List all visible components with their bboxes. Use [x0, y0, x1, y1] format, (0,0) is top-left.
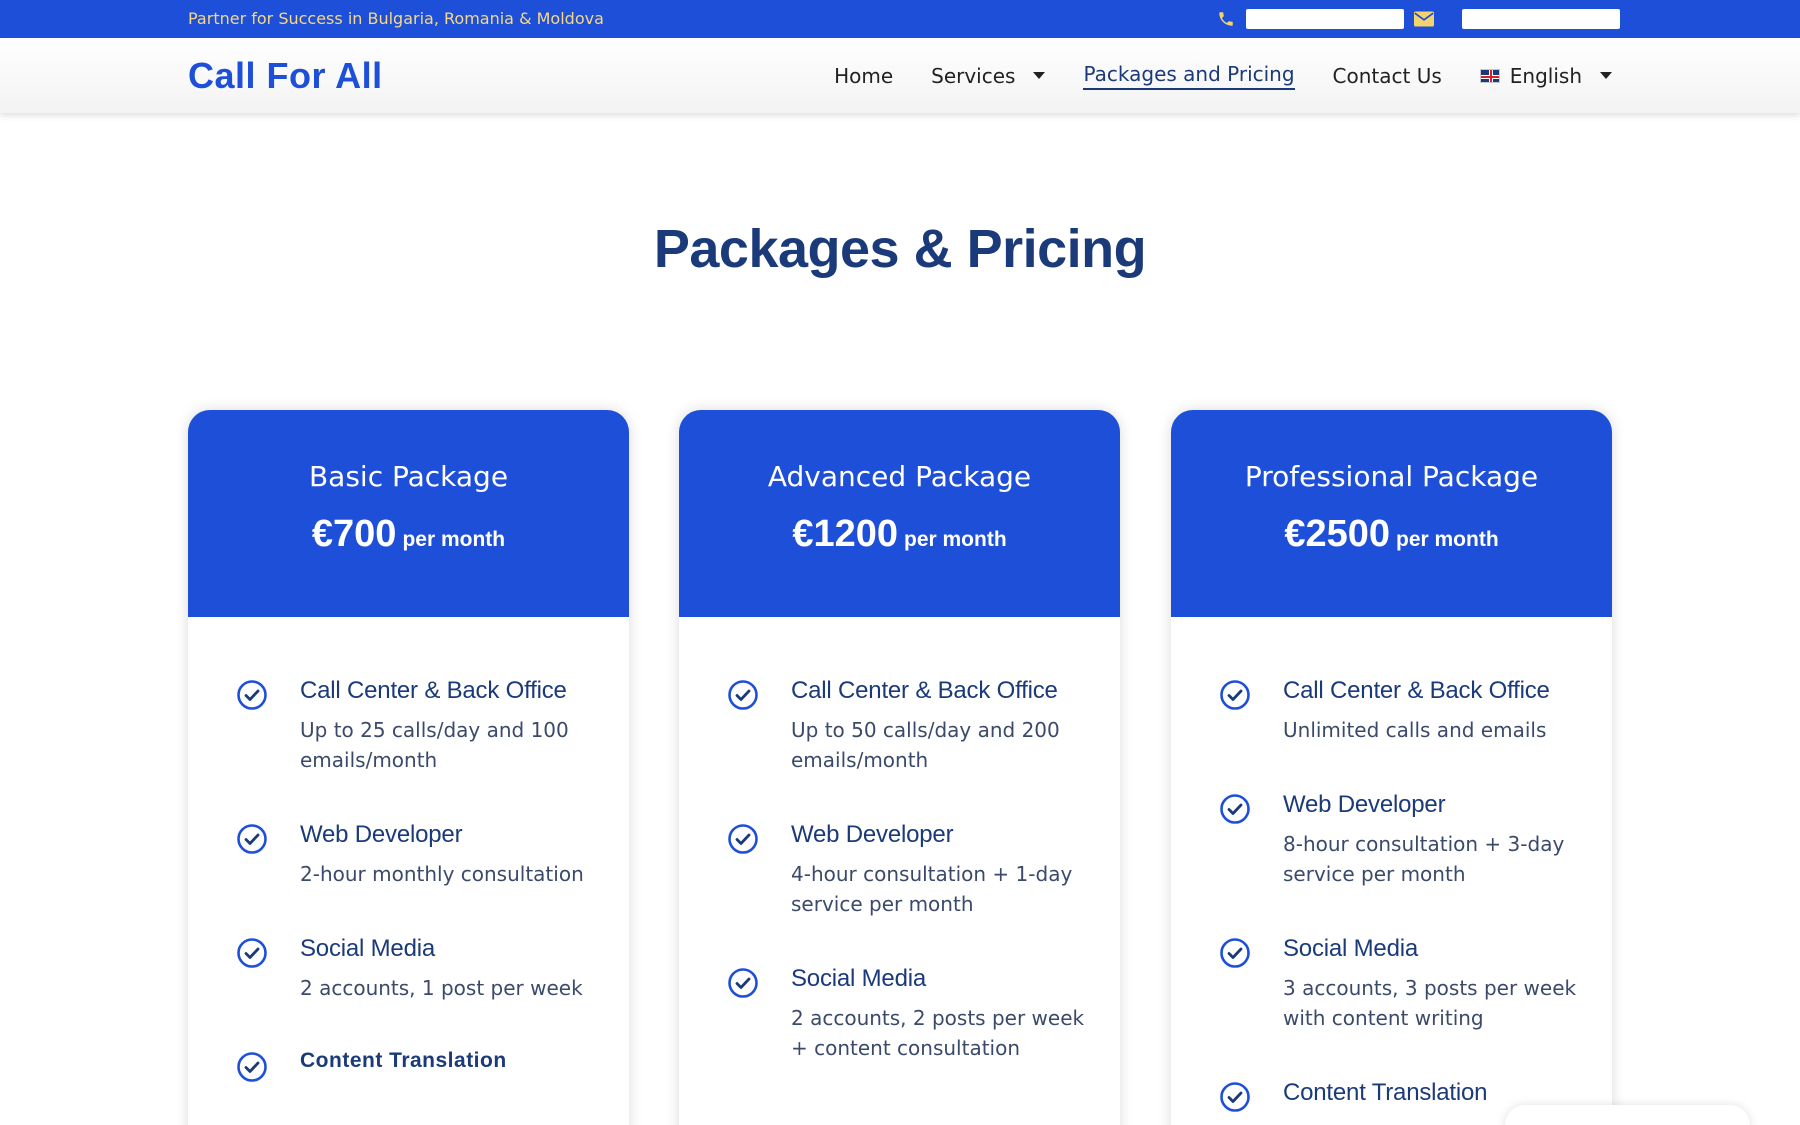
phone-number-redacted[interactable] [1246, 9, 1404, 29]
price-period: per month [904, 528, 1007, 551]
caret-down-icon [1033, 72, 1046, 79]
card-header: Basic Package €700 per month [188, 410, 629, 617]
feature-item: Web Developer 4-hour consultation + 1-day… [727, 821, 1120, 919]
feature-title: Call Center & Back Office [300, 677, 567, 704]
package-price: €2500 [1284, 513, 1390, 555]
feature-title: Social Media [1283, 935, 1419, 962]
pricing-card-professional: Professional Package €2500 per month Call… [1171, 410, 1612, 1125]
top-bar: Partner for Success in Bulgaria, Romania… [0, 0, 1800, 38]
package-name: Professional Package [1244, 460, 1539, 493]
feature-item: Social Media 3 accounts, 3 posts per week… [1219, 935, 1612, 1033]
feature-description: 3 accounts, 3 posts per week with conten… [1283, 976, 1577, 1030]
feature-item: Web Developer 2-hour monthly consultation [236, 821, 629, 889]
feature-description: Up to 25 calls/day and 100 emails/month [300, 718, 569, 772]
package-price: €700 [311, 513, 397, 555]
check-circle-icon [237, 680, 267, 710]
feature-title: Call Center & Back Office [1283, 677, 1550, 704]
package-name: Basic Package [308, 460, 509, 493]
price-line: €2500 per month [1171, 513, 1612, 556]
nav-services-label: Services [931, 63, 1016, 88]
chat-widget[interactable] [1505, 1105, 1750, 1125]
feature-list: Call Center & Back Office Unlimited calls… [1171, 617, 1612, 1113]
feature-title: Call Center & Back Office [791, 677, 1058, 704]
feature-title: Web Developer [1283, 791, 1446, 818]
site-header: Call For All Home Services Packages and … [0, 38, 1800, 113]
feature-description: 2-hour monthly consultation [300, 862, 584, 886]
phone-icon[interactable] [1216, 9, 1236, 29]
check-circle-icon [1220, 794, 1250, 824]
feature-title: Web Developer [300, 821, 463, 848]
feature-item: Social Media 2 accounts, 2 posts per week… [727, 965, 1120, 1063]
check-circle-icon [1220, 680, 1250, 710]
email-address-redacted[interactable] [1462, 9, 1620, 29]
price-period: per month [402, 528, 506, 551]
tagline: Partner for Success in Bulgaria, Romania… [188, 9, 604, 28]
caret-down-icon [1600, 72, 1612, 79]
pricing-cards: Basic Package €700 per month Call Center … [188, 410, 1612, 1125]
feature-list: Call Center & Back Office Up to 25 calls/… [188, 617, 629, 1083]
feature-list: Call Center & Back Office Up to 50 calls/… [679, 617, 1120, 1063]
language-label: English [1509, 63, 1582, 88]
check-circle-icon [1220, 938, 1250, 968]
feature-title: Content Translation [1283, 1079, 1488, 1106]
feature-description: 4-hour consultation + 1-day service per … [791, 862, 1073, 916]
site-logo[interactable]: Call For All [188, 38, 383, 113]
page-title: Packages & Pricing [653, 219, 1147, 279]
feature-item: Call Center & Back Office Unlimited calls… [1219, 677, 1612, 745]
price-period: per month [1396, 528, 1499, 551]
check-circle-icon [728, 824, 758, 854]
feature-title: Content Translation [300, 1049, 507, 1072]
pricing-card-advanced: Advanced Package €1200 per month Call Cen… [679, 410, 1120, 1125]
envelope-icon[interactable] [1414, 9, 1434, 29]
check-circle-icon [728, 968, 758, 998]
nav-home[interactable]: Home [834, 64, 893, 88]
check-circle-icon [237, 824, 267, 854]
main-nav: Home Services Packages and Pricing Conta… [834, 38, 1612, 113]
feature-item: Social Media 2 accounts, 1 post per week [236, 935, 629, 1003]
feature-description: Unlimited calls and emails [1283, 718, 1547, 742]
contact-info [1216, 0, 1620, 38]
feature-item: Web Developer 8-hour consultation + 3-day… [1219, 791, 1612, 889]
feature-description: 2 accounts, 1 post per week [300, 976, 583, 1000]
nav-services[interactable]: Services [931, 63, 1046, 88]
feature-item: Content Translation [236, 1049, 629, 1083]
card-header: Advanced Package €1200 per month [679, 410, 1120, 617]
feature-item: Call Center & Back Office Up to 50 calls/… [727, 677, 1120, 775]
nav-packages-pricing[interactable]: Packages and Pricing [1083, 62, 1295, 90]
check-circle-icon [237, 938, 267, 968]
check-circle-icon [237, 1052, 267, 1082]
card-header: Professional Package €2500 per month [1171, 410, 1612, 617]
language-selector[interactable]: English [1479, 63, 1612, 88]
package-name: Advanced Package [767, 460, 1032, 493]
feature-title: Social Media [300, 935, 436, 962]
feature-title: Web Developer [791, 821, 954, 848]
feature-item: Call Center & Back Office Up to 25 calls/… [236, 677, 629, 775]
check-circle-icon [728, 680, 758, 710]
feature-title: Social Media [791, 965, 927, 992]
feature-description: 8-hour consultation + 3-day service per … [1283, 832, 1565, 886]
package-price: €1200 [792, 513, 898, 555]
check-circle-icon [1220, 1082, 1250, 1112]
pricing-card-basic: Basic Package €700 per month Call Center … [188, 410, 629, 1125]
feature-description: Up to 50 calls/day and 200 emails/month [791, 718, 1060, 772]
price-line: €700 per month [188, 513, 629, 556]
nav-contact-us[interactable]: Contact Us [1333, 64, 1442, 88]
feature-description: 2 accounts, 2 posts per week + content c… [791, 1006, 1085, 1060]
uk-flag-icon [1479, 68, 1500, 83]
price-line: €1200 per month [679, 513, 1120, 556]
